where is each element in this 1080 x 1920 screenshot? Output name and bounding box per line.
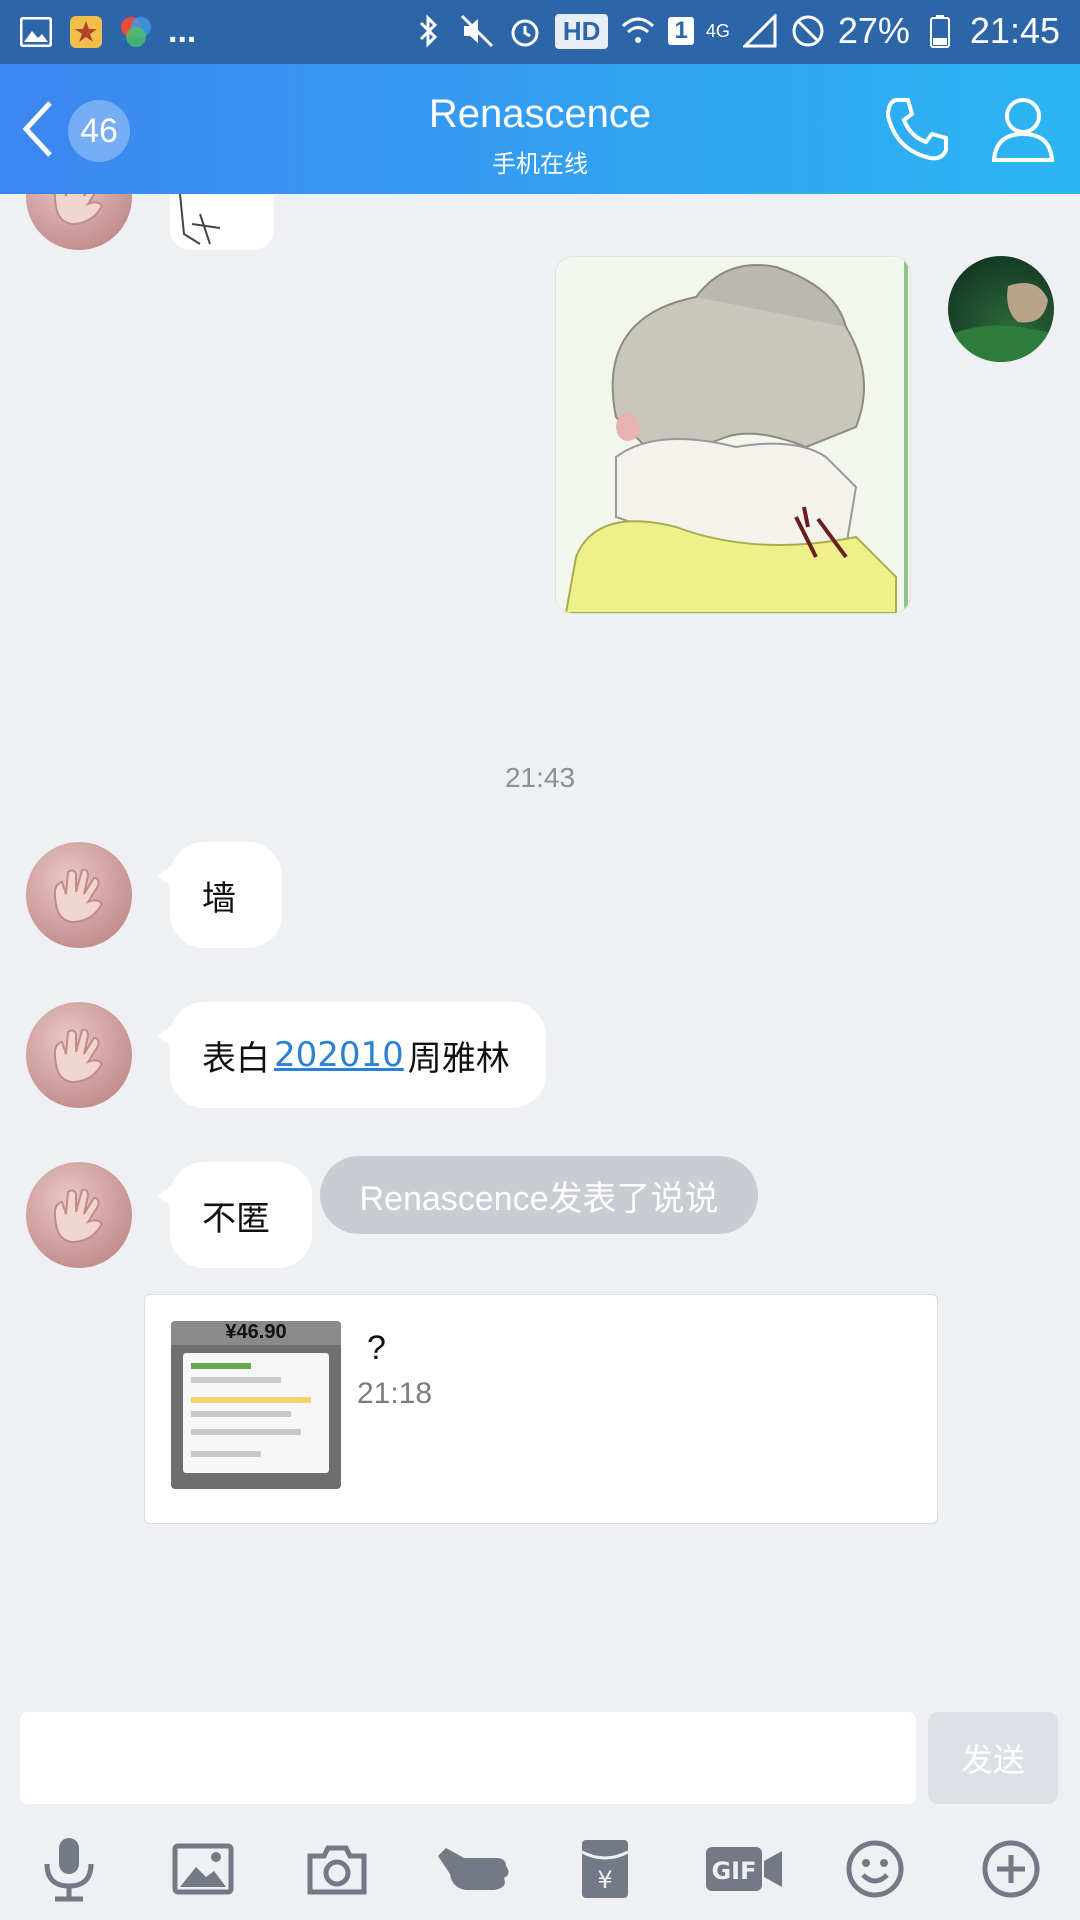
camera-icon <box>307 1845 367 1895</box>
received-message-bubble[interactable]: 表白 202010 周雅林 <box>156 1002 546 1108</box>
red-packet-button[interactable]: ¥ <box>570 1834 640 1904</box>
more-button[interactable] <box>976 1834 1046 1904</box>
alarm-icon <box>507 13 543 49</box>
do-not-disturb-icon <box>790 13 826 49</box>
message-text: 表白 <box>202 1038 270 1079</box>
voice-button[interactable] <box>34 1834 104 1904</box>
plus-icon <box>982 1840 1040 1898</box>
color-app-icon <box>118 14 154 50</box>
person-icon <box>991 98 1055 162</box>
star-badge-icon <box>68 14 104 50</box>
system-message[interactable]: Renascence发表了说说 <box>320 1156 758 1234</box>
gif-icon: GIF <box>706 1847 782 1891</box>
poke-hand-icon <box>438 1848 509 1890</box>
gallery-icon <box>18 14 54 50</box>
status-overflow: ... <box>168 12 197 50</box>
status-bar: ... HD 1 4G 27% 21:45 <box>0 0 1080 64</box>
contact-avatar[interactable] <box>26 1002 132 1108</box>
post-text: ? <box>367 1329 386 1367</box>
gif-button[interactable]: GIF <box>704 1834 784 1904</box>
message-text: 墙 <box>202 878 236 919</box>
emoji-button[interactable] <box>840 1834 910 1904</box>
svg-text:¥: ¥ <box>597 1866 612 1894</box>
network-type: 4G <box>705 20 730 41</box>
mute-icon <box>459 13 495 49</box>
wifi-icon <box>620 13 656 49</box>
contact-avatar[interactable] <box>26 1162 132 1268</box>
message-input[interactable] <box>20 1712 916 1804</box>
post-thumbnail: ¥46.90 <box>171 1321 341 1489</box>
message-timestamp: 21:43 <box>504 762 576 793</box>
emoji-icon <box>846 1840 904 1898</box>
battery-percent: 27% <box>837 10 910 51</box>
message-text: 周雅林 <box>407 1038 510 1079</box>
hand-icon <box>53 868 104 924</box>
hand-icon <box>53 1188 104 1244</box>
battery-icon <box>922 13 958 49</box>
sticker-image-partial[interactable] <box>170 194 274 250</box>
profile-button[interactable] <box>988 94 1058 164</box>
grass-photo <box>948 283 1054 362</box>
received-message-bubble[interactable]: 不匿 <box>156 1162 312 1268</box>
microphone-icon <box>44 1838 94 1902</box>
post-card[interactable]: ¥46.90 ? 21:18 <box>144 1294 938 1524</box>
anime-sketch-image <box>556 257 910 613</box>
bluetooth-icon <box>411 13 447 49</box>
phone-call-button[interactable] <box>882 94 952 164</box>
input-toolbar: ¥ GIF <box>0 1808 1080 1920</box>
camera-button[interactable] <box>302 1834 372 1904</box>
sent-image-message[interactable]: 扶 <box>555 256 911 614</box>
message-link[interactable]: 202010 <box>274 1035 404 1075</box>
phone-icon <box>885 98 948 161</box>
poke-button[interactable] <box>436 1834 516 1904</box>
received-message-bubble[interactable]: 墙 <box>156 842 282 948</box>
signal-icon <box>742 13 778 49</box>
svg-text:GIF: GIF <box>711 1857 756 1885</box>
image-icon <box>172 1843 234 1895</box>
message-text: 不匿 <box>202 1198 270 1239</box>
sim-badge: 1 <box>668 17 694 45</box>
hand-icon <box>53 194 104 226</box>
send-button[interactable]: 发送 <box>928 1712 1058 1804</box>
thumbnail-sheet <box>183 1353 329 1473</box>
red-packet-icon: ¥ <box>581 1840 629 1898</box>
contact-avatar[interactable] <box>26 194 132 250</box>
input-bar: 发送 <box>0 1708 1080 1808</box>
thumbnail-price: ¥46.90 <box>171 1321 341 1345</box>
chat-header: 46 Renascence 手机在线 <box>0 64 1080 194</box>
chat-area[interactable]: 扶 21:43 墙 表白 202010 周雅林 不匿 Renascence发表了… <box>0 194 1080 1708</box>
status-time: 21:45 <box>969 10 1060 51</box>
my-avatar[interactable] <box>948 256 1054 362</box>
contact-avatar[interactable] <box>26 842 132 948</box>
hand-icon <box>53 1028 104 1084</box>
post-time: 21:18 <box>357 1377 433 1410</box>
sticker-sketch <box>179 194 221 245</box>
hd-badge: HD <box>554 13 609 49</box>
photo-button[interactable] <box>168 1834 238 1904</box>
